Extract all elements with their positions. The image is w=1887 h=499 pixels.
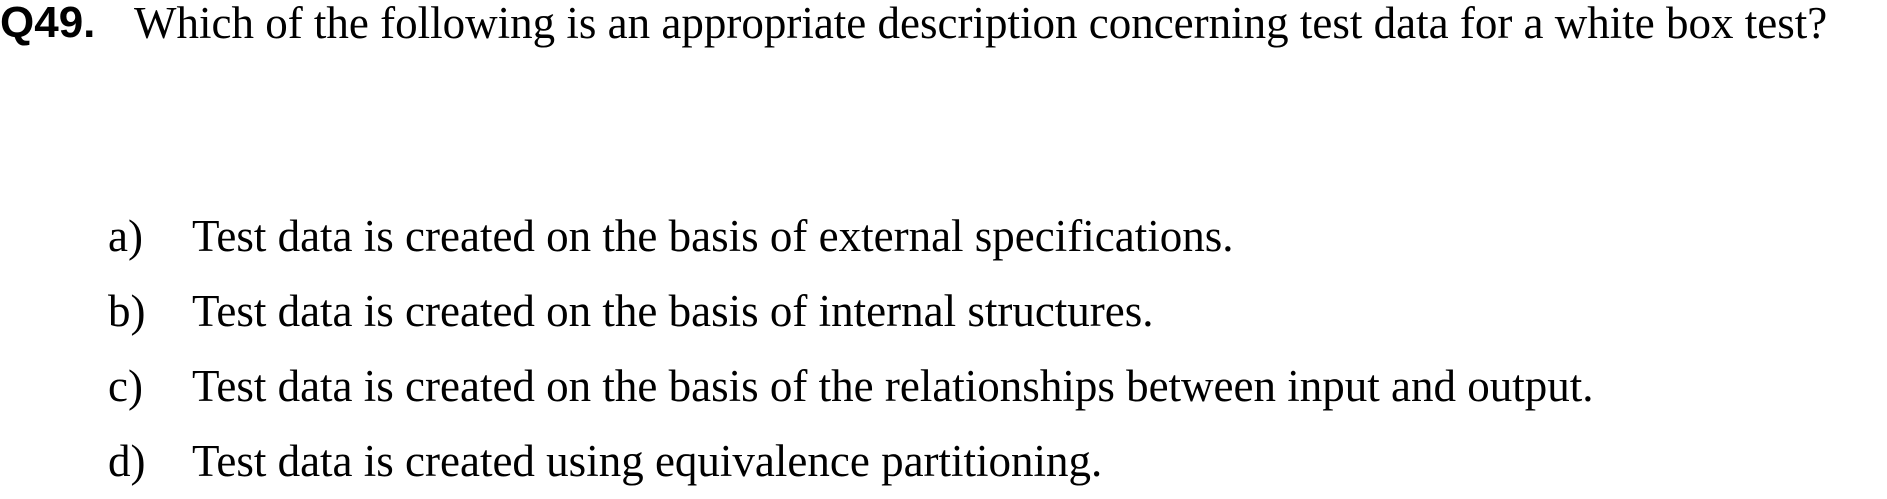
option-letter: b) — [108, 286, 146, 336]
answer-option-b: b) Test data is created on the basis of … — [108, 274, 1593, 349]
option-text: Test data is created on the basis of int… — [192, 286, 1154, 336]
answer-options: a) Test data is created on the basis of … — [108, 211, 1593, 499]
option-text: Test data is created on the basis of ext… — [192, 211, 1234, 261]
answer-option-c: c) Test data is created on the basis of … — [108, 349, 1593, 424]
option-text: Test data is created on the basis of the… — [192, 361, 1594, 411]
option-letter: a) — [108, 211, 143, 261]
answer-option-a: a) Test data is created on the basis of … — [108, 199, 1593, 274]
option-letter: d) — [108, 436, 146, 486]
option-letter: c) — [108, 361, 143, 411]
answer-option-d: d) Test data is created using equivalenc… — [108, 424, 1593, 499]
option-text: Test data is created using equivalence p… — [192, 436, 1103, 486]
question-text: Which of the following is an appropriate… — [134, 0, 1828, 48]
question-number: Q49. — [0, 0, 96, 47]
